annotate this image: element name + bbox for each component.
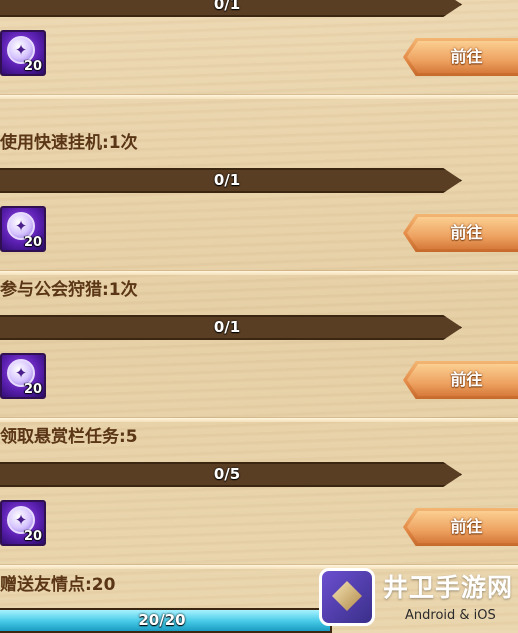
progress-text: 0/1 xyxy=(213,0,241,13)
task-title: 领取悬赏栏任务:5 xyxy=(0,427,138,447)
progress-text: 0/1 xyxy=(213,318,241,336)
progress-text: 20/20 xyxy=(138,611,186,629)
progress-bar: 0/1 xyxy=(0,168,462,193)
row-divider xyxy=(0,95,518,99)
reward-item[interactable]: ✦ 20 xyxy=(0,30,46,76)
progress-bar-complete: 20/20 xyxy=(0,608,332,633)
goto-button-label: 前往 xyxy=(450,370,483,389)
progress-bar: 0/5 xyxy=(0,462,462,487)
task-title: 使用快速挂机:1次 xyxy=(0,133,138,153)
watermark-site-name: 井卫手游网 xyxy=(383,573,514,602)
task-title: 参与公会狩猎:1次 xyxy=(0,280,138,300)
reward-item[interactable]: ✦ 20 xyxy=(0,500,46,546)
reward-item[interactable]: ✦ 20 xyxy=(0,206,46,252)
watermark-platform: Android & iOS xyxy=(405,608,496,623)
task-title: 赠送友情点:20 xyxy=(0,575,116,595)
progress-bar: 0/1 xyxy=(0,315,462,340)
task-row: 领取悬赏栏任务:5 0/5 ✦ 20 前往 xyxy=(0,422,518,569)
reward-count: 20 xyxy=(24,529,43,544)
watermark-logo-emblem xyxy=(332,581,362,611)
watermark-logo xyxy=(319,568,375,626)
goto-button-label: 前往 xyxy=(450,47,483,66)
task-row-top: 0/1 ✦ 20 前往 xyxy=(0,0,518,99)
goto-button-label: 前往 xyxy=(450,517,483,536)
task-row: 参与公会狩猎:1次 0/1 ✦ 20 前往 xyxy=(0,275,518,422)
reward-count: 20 xyxy=(24,382,43,397)
goto-button[interactable]: 前往 xyxy=(403,508,518,546)
reward-item[interactable]: ✦ 20 xyxy=(0,353,46,399)
goto-button-label: 前往 xyxy=(450,223,483,242)
progress-text: 0/1 xyxy=(213,171,241,189)
task-row: 使用快速挂机:1次 0/1 ✦ 20 前往 xyxy=(0,128,518,275)
goto-button[interactable]: 前往 xyxy=(403,38,518,76)
goto-button[interactable]: 前往 xyxy=(403,361,518,399)
progress-bar: 0/1 xyxy=(0,0,462,17)
goto-button[interactable]: 前往 xyxy=(403,214,518,252)
reward-count: 20 xyxy=(24,59,43,74)
reward-count: 20 xyxy=(24,235,43,250)
progress-text: 0/5 xyxy=(213,465,241,483)
